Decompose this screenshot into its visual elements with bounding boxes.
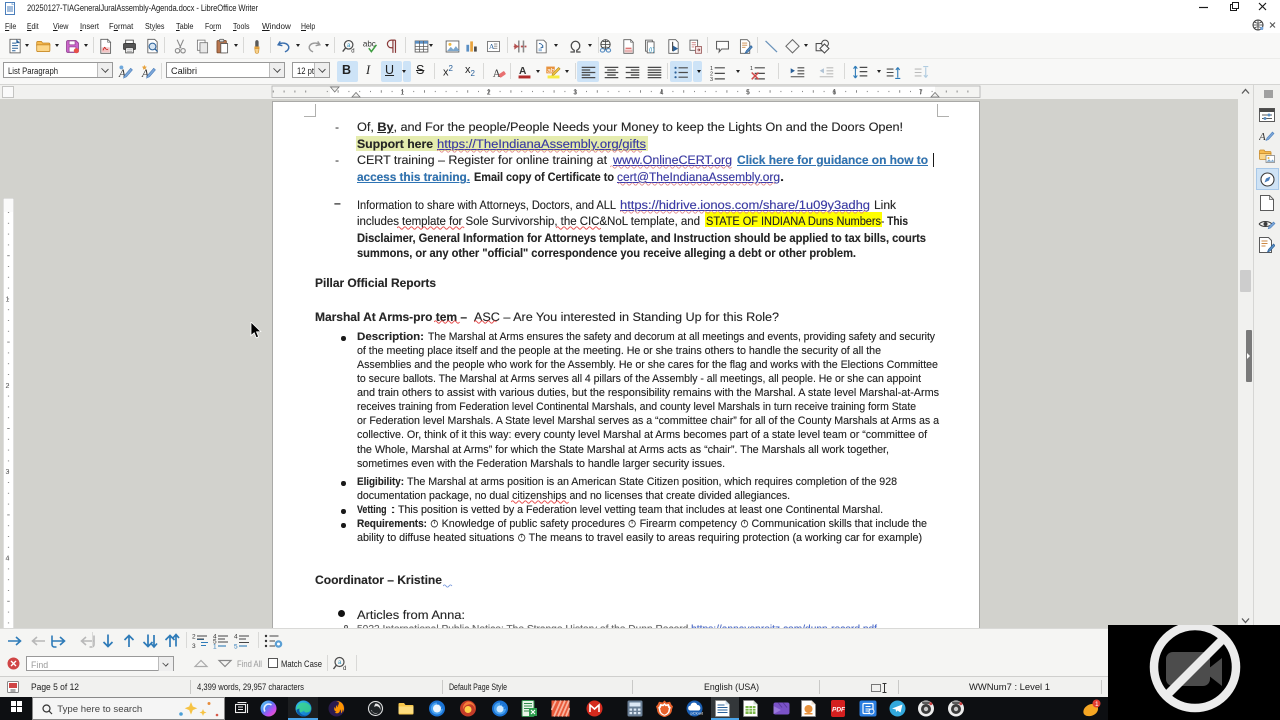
svg-text:2: 2 bbox=[192, 634, 196, 641]
svg-text:4: 4 bbox=[234, 634, 238, 641]
svg-text:1: 1 bbox=[213, 644, 217, 650]
svg-text:d: d bbox=[343, 666, 346, 672]
svg-text:a: a bbox=[338, 660, 342, 666]
svg-text:A: A bbox=[1259, 131, 1266, 143]
svg-text:PDF: PDF bbox=[832, 707, 846, 714]
svg-text:1: 1 bbox=[1095, 701, 1099, 708]
svg-text:5: 5 bbox=[234, 644, 238, 650]
svg-text:pCloud: pCloud bbox=[691, 711, 704, 716]
svg-text:3: 3 bbox=[192, 643, 196, 649]
